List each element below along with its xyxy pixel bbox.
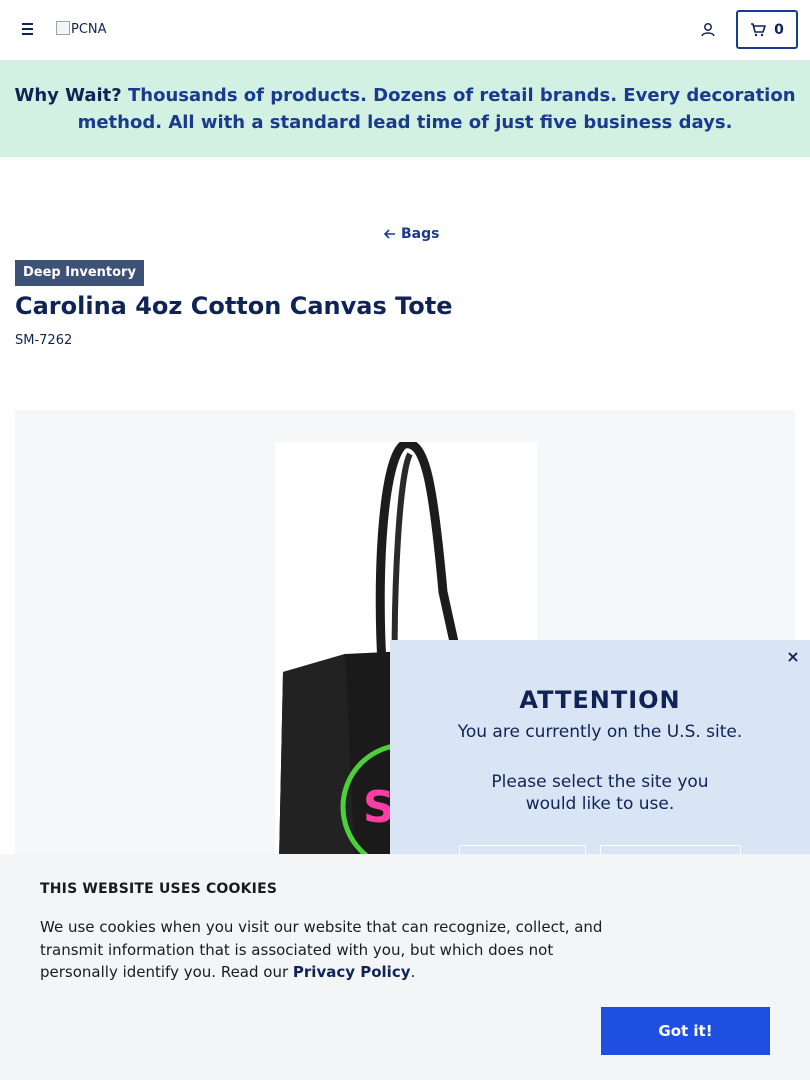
cookie-title: THIS WEBSITE USES COOKIES [40, 881, 278, 897]
logo-alt-text: PCNA [71, 22, 107, 37]
site-header: PCNA 0 [0, 0, 810, 61]
menu-button[interactable] [18, 20, 38, 40]
promo-body: Thousands of products. Dozens of retail … [77, 85, 796, 133]
back-to-category-link[interactable]: Bags [384, 226, 439, 242]
cookie-text-end: . [410, 963, 416, 981]
cart-count: 0 [774, 21, 784, 38]
modal-select-text-line2: would like to use. [525, 794, 675, 814]
back-link-label: Bags [401, 226, 440, 242]
promo-lead: Why Wait? [14, 85, 122, 106]
modal-select-text: Please select the site you would like to… [390, 771, 810, 815]
product-title: Carolina 4oz Cotton Canvas Tote [15, 292, 453, 320]
promo-text: Why Wait? Thousands of products. Dozens … [14, 82, 796, 136]
arrow-left-icon [384, 229, 395, 239]
modal-current-site-text: You are currently on the U.S. site. [457, 722, 743, 742]
modal-title: ATTENTION [519, 686, 681, 714]
modal-select-text-line1: Please select the site you [491, 772, 709, 792]
product-sku: SM-7262 [15, 333, 73, 348]
site-selector-modal: × [390, 640, 810, 870]
cart-icon [751, 22, 766, 36]
close-icon[interactable]: × [786, 649, 800, 665]
privacy-policy-link[interactable]: Privacy Policy [293, 963, 411, 981]
menu-icon [18, 23, 38, 35]
promo-banner: Why Wait? Thousands of products. Dozens … [0, 61, 810, 157]
cookie-text: We use cookies when you visit our websit… [40, 916, 630, 984]
cart-button[interactable]: 0 [736, 10, 798, 49]
account-icon[interactable] [699, 21, 717, 39]
broken-image-icon [56, 21, 70, 35]
logo-link[interactable]: PCNA [56, 21, 107, 37]
deep-inventory-badge: Deep Inventory [15, 260, 144, 286]
accept-cookies-button[interactable]: Got it! [601, 1007, 770, 1055]
